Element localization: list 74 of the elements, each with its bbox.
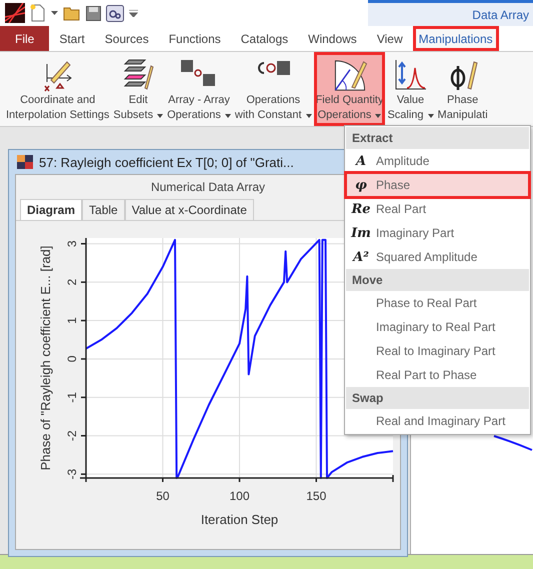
menu-item-label: Phase [376,178,410,192]
ribbon-tab[interactable]: Catalogs [230,26,298,51]
ribbon-tab[interactable]: Windows [298,26,367,51]
open-folder-icon[interactable] [63,6,81,20]
ribbon-tab[interactable]: Start [49,26,95,51]
menu-item[interactable]: Real and Imaginary Part [346,409,529,433]
ribbon-button[interactable]: Coordinate and Interpolation Settings [4,52,112,126]
menu-section-header: Swap [346,387,529,409]
caret-icon [224,114,231,118]
caret-icon [375,114,382,118]
ribbon-tab[interactable]: View [366,26,413,51]
x-tick-label: 50 [156,489,170,503]
y-tick-label: 3 [65,240,79,248]
layers-pencil-icon [121,58,156,92]
menu-item-icon: φ [355,178,367,192]
menu-item-label: Phase to Real Part [376,296,477,310]
window-title: 57: Rayleigh coefficient Ex T[0; 0] of "Grati... [39,154,294,170]
x-tick-label: 100 [229,489,250,503]
menu-item-label: Real to Imaginary Part [376,344,496,358]
menu-item-icon: Re [351,202,371,216]
menu-item[interactable]: Phase to Real Part [346,291,529,315]
menu-item[interactable]: Re Real Part [346,197,529,221]
dropdown-caret-icon[interactable] [51,11,58,15]
curve-drawing [493,435,533,451]
y-tick-label: 1 [65,317,79,324]
menu-item-icon: A [356,154,366,168]
menu-section-header: Move [346,269,529,291]
ribbon-button[interactable]: Edit Subsets [111,52,166,126]
x-tick-label: 150 [306,489,326,503]
app-logo-icon [5,3,25,23]
save-icon[interactable] [86,6,101,20]
y-tick-label: 2 [65,278,79,286]
ribbon-tab[interactable]: Functions [158,26,231,51]
menu-item-label: Imaginary to Real Part [376,320,496,334]
x-axis-label: Iteration Step [200,512,278,527]
caret-icon [428,114,434,118]
menu-item-label: Real and Imaginary Part [376,414,506,428]
menu-item[interactable]: A Amplitude [346,149,529,173]
constant-grid-icon [255,58,292,78]
customize-caret-icon[interactable] [129,10,138,16]
menu-item-label: Real Part [376,202,426,216]
menu-item-icon: A² [353,250,369,264]
menu-item-label: Squared Amplitude [376,250,478,264]
new-file-icon[interactable] [30,4,46,22]
y-axis-label: Phase of "Rayleigh coefficient E... [rad] [38,246,53,470]
menu-item-icon: Im [351,226,371,240]
menu-item[interactable]: Im Imaginary Part [346,221,529,245]
y-tick-label: -1 [65,392,79,403]
menu-item-label: Imaginary Part [376,226,454,240]
bell-curve-icon [393,58,428,92]
menu-item-label: Amplitude [376,154,430,168]
menu-section-header: Extract [346,127,529,149]
menu-item[interactable]: A² Squared Amplitude [346,245,529,269]
window-tab[interactable]: Table [82,199,125,220]
settings-icon[interactable] [106,4,124,22]
menu-item[interactable]: Real Part to Phase [346,363,529,387]
window-tab[interactable]: Diagram [20,199,82,220]
menu-item-label: Real Part to Phase [376,368,477,382]
y-tick-label: -3 [65,468,79,480]
window-app-icon [17,155,33,169]
caret-icon [157,114,164,118]
ribbon-tab[interactable]: Manipulations [412,26,499,51]
ribbon-tab[interactable]: File [0,26,50,51]
ribbon-tab[interactable]: Sources [94,26,159,51]
menu-item[interactable]: Real to Imaginary Part [346,339,529,363]
menu-item[interactable]: Imaginary to Real Part [346,315,529,339]
ribbon-button[interactable]: Phase Manipulati [436,52,490,126]
menu-item[interactable]: φ Phase [346,173,529,197]
window-tab[interactable]: Value at x-Coordinate [124,199,254,220]
app-title: Data Array [472,8,530,22]
y-tick-label: 0 [65,356,79,362]
ribbon-button[interactable]: Array - Array Operations [165,52,233,126]
y-tick-label: -2 [65,430,79,442]
window-subtitle: Numerical Data Array [150,180,266,194]
